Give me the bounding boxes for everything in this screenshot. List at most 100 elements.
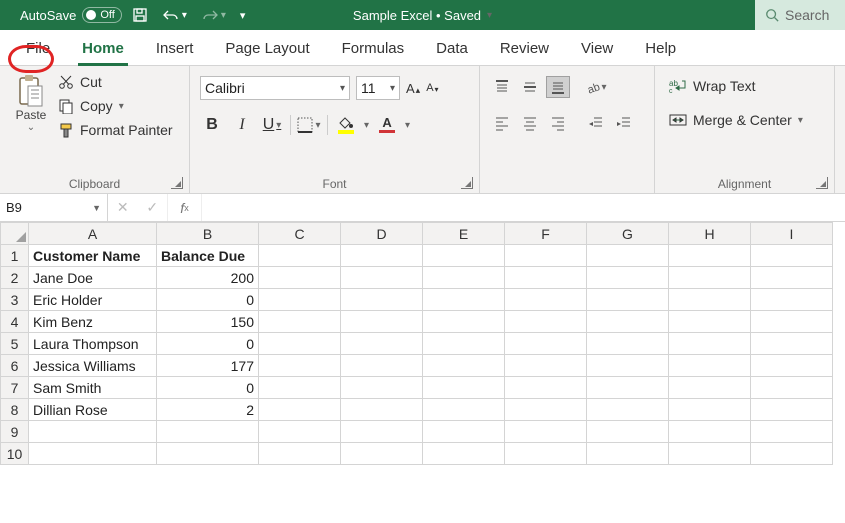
cell-I1[interactable]: [751, 245, 833, 267]
cell-D3[interactable]: [341, 289, 423, 311]
cell-D4[interactable]: [341, 311, 423, 333]
cell-A2[interactable]: Jane Doe: [29, 267, 157, 289]
cell-C6[interactable]: [259, 355, 341, 377]
cell-H8[interactable]: [669, 399, 751, 421]
cell-G1[interactable]: [587, 245, 669, 267]
row-header-6[interactable]: 6: [1, 355, 29, 377]
cancel-formula-icon[interactable]: ✕: [117, 199, 129, 216]
fill-color-button[interactable]: [334, 114, 358, 136]
align-left-button[interactable]: [490, 112, 514, 134]
cell-I7[interactable]: [751, 377, 833, 399]
cell-D9[interactable]: [341, 421, 423, 443]
cell-H5[interactable]: [669, 333, 751, 355]
document-title[interactable]: Sample Excel • Saved ▾: [353, 8, 492, 23]
format-painter-button[interactable]: Format Painter: [58, 122, 173, 138]
accept-formula-icon[interactable]: ✓: [146, 199, 158, 216]
col-header-I[interactable]: I: [751, 223, 833, 245]
cell-E6[interactable]: [423, 355, 505, 377]
cell-A1[interactable]: Customer Name: [29, 245, 157, 267]
cell-D6[interactable]: [341, 355, 423, 377]
cell-C4[interactable]: [259, 311, 341, 333]
align-middle-button[interactable]: [518, 76, 542, 98]
copy-button[interactable]: Copy ▾: [58, 98, 173, 114]
cell-B6[interactable]: 177: [157, 355, 259, 377]
cell-E4[interactable]: [423, 311, 505, 333]
search-input[interactable]: Search: [755, 0, 845, 30]
cell-A10[interactable]: [29, 443, 157, 465]
cell-I2[interactable]: [751, 267, 833, 289]
wrap-text-button[interactable]: abc Wrap Text: [669, 78, 824, 94]
dialog-launcher-icon[interactable]: [461, 177, 473, 189]
cell-H10[interactable]: [669, 443, 751, 465]
row-header-3[interactable]: 3: [1, 289, 29, 311]
row-header-1[interactable]: 1: [1, 245, 29, 267]
cell-G10[interactable]: [587, 443, 669, 465]
align-right-button[interactable]: [546, 112, 570, 134]
cell-C10[interactable]: [259, 443, 341, 465]
cell-G9[interactable]: [587, 421, 669, 443]
row-header-10[interactable]: 10: [1, 443, 29, 465]
cell-F7[interactable]: [505, 377, 587, 399]
col-header-D[interactable]: D: [341, 223, 423, 245]
cell-H3[interactable]: [669, 289, 751, 311]
cell-E8[interactable]: [423, 399, 505, 421]
cell-G4[interactable]: [587, 311, 669, 333]
cell-F5[interactable]: [505, 333, 587, 355]
cell-H4[interactable]: [669, 311, 751, 333]
cell-F8[interactable]: [505, 399, 587, 421]
cell-A4[interactable]: Kim Benz: [29, 311, 157, 333]
cell-H7[interactable]: [669, 377, 751, 399]
cell-I10[interactable]: [751, 443, 833, 465]
cell-G2[interactable]: [587, 267, 669, 289]
cell-D2[interactable]: [341, 267, 423, 289]
cell-I3[interactable]: [751, 289, 833, 311]
cell-C5[interactable]: [259, 333, 341, 355]
bold-button[interactable]: B: [200, 114, 224, 136]
cell-H1[interactable]: [669, 245, 751, 267]
cell-E5[interactable]: [423, 333, 505, 355]
cell-C1[interactable]: [259, 245, 341, 267]
align-bottom-button[interactable]: [546, 76, 570, 98]
col-header-F[interactable]: F: [505, 223, 587, 245]
col-header-E[interactable]: E: [423, 223, 505, 245]
decrease-indent-button[interactable]: [584, 112, 608, 134]
cell-E3[interactable]: [423, 289, 505, 311]
cell-H9[interactable]: [669, 421, 751, 443]
cell-B5[interactable]: 0: [157, 333, 259, 355]
row-header-7[interactable]: 7: [1, 377, 29, 399]
cell-A9[interactable]: [29, 421, 157, 443]
cell-B10[interactable]: [157, 443, 259, 465]
borders-button[interactable]: ▾: [297, 114, 321, 136]
cut-button[interactable]: Cut: [58, 74, 173, 90]
cell-B7[interactable]: 0: [157, 377, 259, 399]
underline-button[interactable]: U▾: [260, 114, 284, 136]
cell-C3[interactable]: [259, 289, 341, 311]
cell-B1[interactable]: Balance Due: [157, 245, 259, 267]
cell-F2[interactable]: [505, 267, 587, 289]
cell-G3[interactable]: [587, 289, 669, 311]
cell-F1[interactable]: [505, 245, 587, 267]
dialog-launcher-icon[interactable]: [816, 177, 828, 189]
cell-D1[interactable]: [341, 245, 423, 267]
cell-H6[interactable]: [669, 355, 751, 377]
tab-formulas[interactable]: Formulas: [326, 34, 421, 65]
select-all-corner[interactable]: [1, 223, 29, 245]
cell-B9[interactable]: [157, 421, 259, 443]
cell-H2[interactable]: [669, 267, 751, 289]
cell-D7[interactable]: [341, 377, 423, 399]
cell-G8[interactable]: [587, 399, 669, 421]
redo-icon[interactable]: ▾: [197, 5, 230, 25]
cell-B3[interactable]: 0: [157, 289, 259, 311]
tab-home[interactable]: Home: [66, 34, 140, 65]
align-top-button[interactable]: [490, 76, 514, 98]
tab-view[interactable]: View: [565, 34, 629, 65]
cell-A5[interactable]: Laura Thompson: [29, 333, 157, 355]
cell-I4[interactable]: [751, 311, 833, 333]
cell-F4[interactable]: [505, 311, 587, 333]
cell-E10[interactable]: [423, 443, 505, 465]
cell-D8[interactable]: [341, 399, 423, 421]
increase-font-icon[interactable]: A▴: [406, 81, 420, 96]
col-header-A[interactable]: A: [29, 223, 157, 245]
col-header-G[interactable]: G: [587, 223, 669, 245]
cell-F6[interactable]: [505, 355, 587, 377]
